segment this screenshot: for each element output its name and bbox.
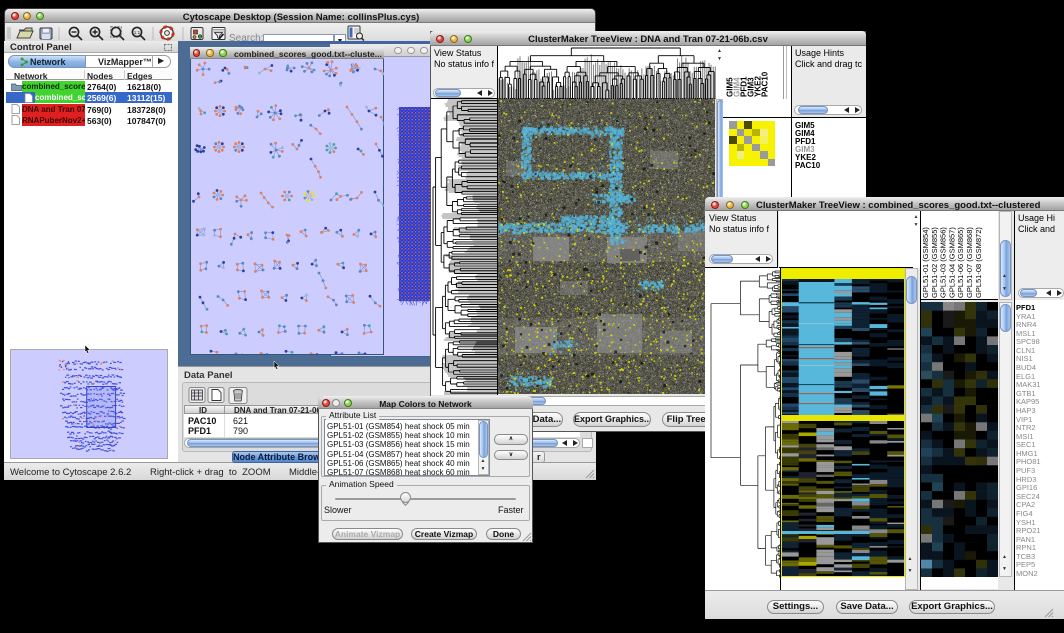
svg-text:1:1: 1:1 xyxy=(134,30,141,35)
svg-text:GPL51-08 (GSM872): GPL51-08 (GSM872) xyxy=(974,227,983,298)
svg-text:GPL51-02 (GSM855): GPL51-02 (GSM855) xyxy=(930,227,939,298)
svg-text:GPL51-03 (GSM856): GPL51-03 (GSM856) xyxy=(939,227,948,298)
svg-text:PAC10: PAC10 xyxy=(761,71,770,97)
svg-text:GPL51-06 (GSM865): GPL51-06 (GSM865) xyxy=(956,227,965,298)
svg-text:GPL51-01 (GSM854): GPL51-01 (GSM854) xyxy=(921,227,930,298)
svg-text:GPL51-04 (GSM857): GPL51-04 (GSM857) xyxy=(947,227,956,298)
svg-text:GPL51-07 (GSM868): GPL51-07 (GSM868) xyxy=(965,227,974,298)
